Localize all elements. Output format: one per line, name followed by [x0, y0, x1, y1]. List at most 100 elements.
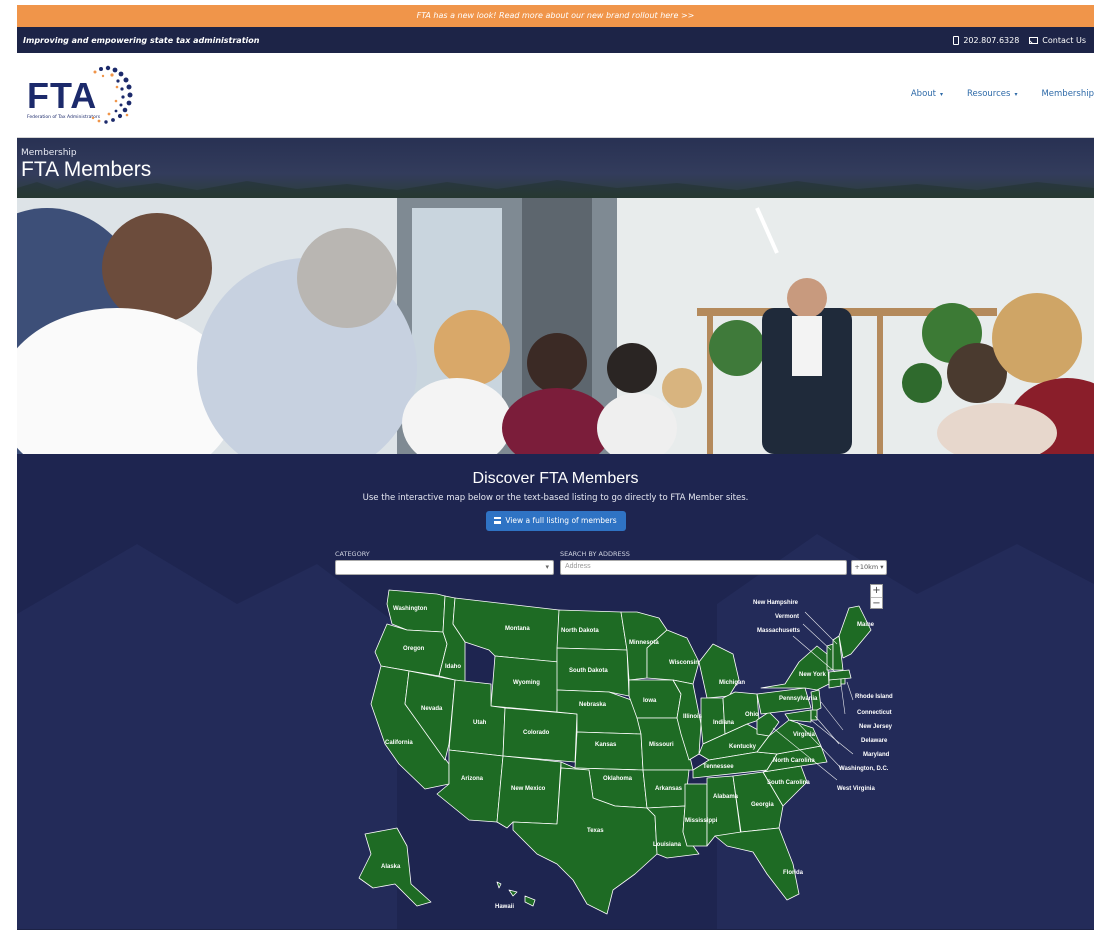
map-filters: CATEGORY SEARCH BY ADDRESS ▾ Address +10… — [335, 550, 887, 580]
zoom-in-button[interactable]: + — [871, 585, 882, 597]
page-title-band: Membership FTA Members — [17, 138, 1094, 198]
map-label: Missouri — [649, 742, 674, 748]
map-label: West Virginia — [837, 786, 875, 792]
map-state-new-york — [760, 645, 830, 691]
map-label: Louisiana — [653, 842, 682, 848]
map-label: New York — [799, 672, 826, 678]
announcement-bar: FTA has a new look! Read more about our … — [17, 5, 1094, 27]
map-state-kansas — [574, 731, 644, 771]
map-label: Washington, D.C. — [839, 766, 889, 772]
map-label: South Dakota — [569, 668, 608, 674]
map-label: Alaska — [381, 864, 401, 870]
map-label: Kansas — [595, 742, 617, 748]
map-label: Minnesota — [629, 640, 659, 646]
site-header: FTA Federation of Tax Administrators Abo… — [17, 53, 1094, 138]
nav-membership-label: Membership — [1041, 89, 1094, 99]
map-label: Georgia — [751, 802, 774, 808]
map-label: Florida — [783, 870, 804, 876]
map-label: Colorado — [523, 730, 550, 736]
map-label: Delaware — [861, 738, 888, 744]
map-label: New Hampshire — [753, 600, 799, 606]
nav-about-label: About — [910, 89, 936, 99]
map-label: Utah — [473, 720, 487, 726]
map-label: Nebraska — [579, 702, 607, 708]
discover-section: Discover FTA Members Use the interactive… — [17, 454, 1094, 929]
map-state-delaware — [810, 709, 818, 721]
tagline: Improving and empowering state tax admin… — [23, 35, 260, 45]
contact-link[interactable]: Contact Us — [1029, 36, 1086, 45]
map-label: Iowa — [643, 698, 657, 704]
nav-resources[interactable]: Resources ▾ — [967, 89, 1017, 99]
forest-decoration — [17, 180, 1094, 198]
category-label: CATEGORY — [335, 550, 370, 558]
us-map-svg: Washington Oregon California Nevada Idah… — [358, 589, 893, 915]
map-label: Idaho — [445, 664, 461, 670]
map-label: Alabama — [713, 794, 739, 800]
nav-resources-label: Resources — [967, 89, 1011, 99]
map-label: South Carolina — [767, 780, 810, 786]
map-label: Montana — [505, 626, 530, 632]
radius-select[interactable]: +10km ▾ — [851, 560, 887, 575]
map-label: Connecticut — [857, 710, 892, 716]
map-state-massachusetts — [828, 669, 852, 681]
main-nav: About ▾ Resources ▾ Membership — [911, 89, 1094, 99]
map-state-mississippi — [682, 783, 708, 847]
map-label: Rhode Island — [855, 694, 893, 700]
chevron-down-icon: ▾ — [1014, 90, 1018, 98]
map-label: North Dakota — [561, 628, 599, 634]
map-state-florida — [714, 827, 800, 901]
map-label: Ohio — [745, 712, 759, 718]
phone-link[interactable]: 202.807.6328 — [953, 35, 1019, 45]
category-select[interactable]: ▾ — [335, 560, 554, 575]
map-label: Wisconsin — [669, 660, 699, 666]
hero-photo — [17, 198, 1094, 454]
utility-bar: Improving and empowering state tax admin… — [17, 27, 1094, 53]
chevron-down-icon: ▾ — [545, 563, 549, 571]
map-label: Oregon — [403, 646, 425, 652]
map-state-michigan — [698, 643, 740, 699]
map-label: Wyoming — [513, 680, 540, 686]
browser-page: FTA has a new look! Read more about our … — [17, 5, 1094, 930]
map-label: Arizona — [461, 776, 484, 782]
map-label: Arkansas — [655, 786, 683, 792]
zoom-out-button[interactable]: − — [871, 597, 882, 609]
map-label: Michigan — [719, 680, 745, 686]
chevron-down-icon: ▾ — [940, 90, 944, 98]
map-state-hawaii — [496, 881, 536, 907]
map-label: Texas — [587, 828, 604, 834]
address-input[interactable]: Address — [560, 560, 847, 575]
fta-logo[interactable]: FTA Federation of Tax Administrators — [27, 63, 137, 129]
map-label: Maryland — [863, 752, 890, 758]
map-label: Pennsylvania — [779, 696, 818, 702]
map-label: Mississippi — [685, 818, 718, 824]
mail-icon — [1029, 36, 1039, 44]
breadcrumb[interactable]: Membership — [21, 148, 1090, 158]
map-label: Indiana — [713, 720, 735, 726]
radius-value: +10km — [854, 563, 879, 571]
us-member-map[interactable]: + − Washington Oregon California Nevada … — [337, 584, 897, 929]
map-label: Hawaii — [495, 904, 514, 910]
contact-label: Contact Us — [1042, 35, 1086, 45]
nav-about[interactable]: About ▾ — [911, 89, 943, 99]
map-state-maine — [838, 605, 872, 659]
map-label: Oklahoma — [603, 776, 633, 782]
map-label: New Mexico — [511, 786, 546, 792]
map-label: Massachusetts — [757, 628, 801, 634]
map-state-maryland — [784, 709, 812, 723]
map-label: North Carolina — [773, 758, 815, 764]
address-label: SEARCH BY ADDRESS — [560, 550, 630, 558]
map-label: Nevada — [421, 706, 443, 712]
announcement-link[interactable]: FTA has a new look! Read more about our … — [417, 11, 695, 20]
map-label: California — [385, 740, 413, 746]
map-label: Kentucky — [729, 744, 757, 750]
logo-dots-icon — [91, 65, 133, 124]
map-label: Illinois — [683, 714, 703, 720]
map-label: Tennessee — [703, 764, 734, 770]
nav-membership[interactable]: Membership — [1041, 89, 1094, 99]
meeting-photo — [17, 198, 1094, 454]
map-zoom-control: + − — [870, 584, 883, 609]
map-label: Vermont — [775, 614, 799, 620]
phone-icon — [953, 35, 960, 45]
map-state-new-mexico — [496, 755, 562, 829]
map-label: Virginia — [793, 732, 816, 738]
